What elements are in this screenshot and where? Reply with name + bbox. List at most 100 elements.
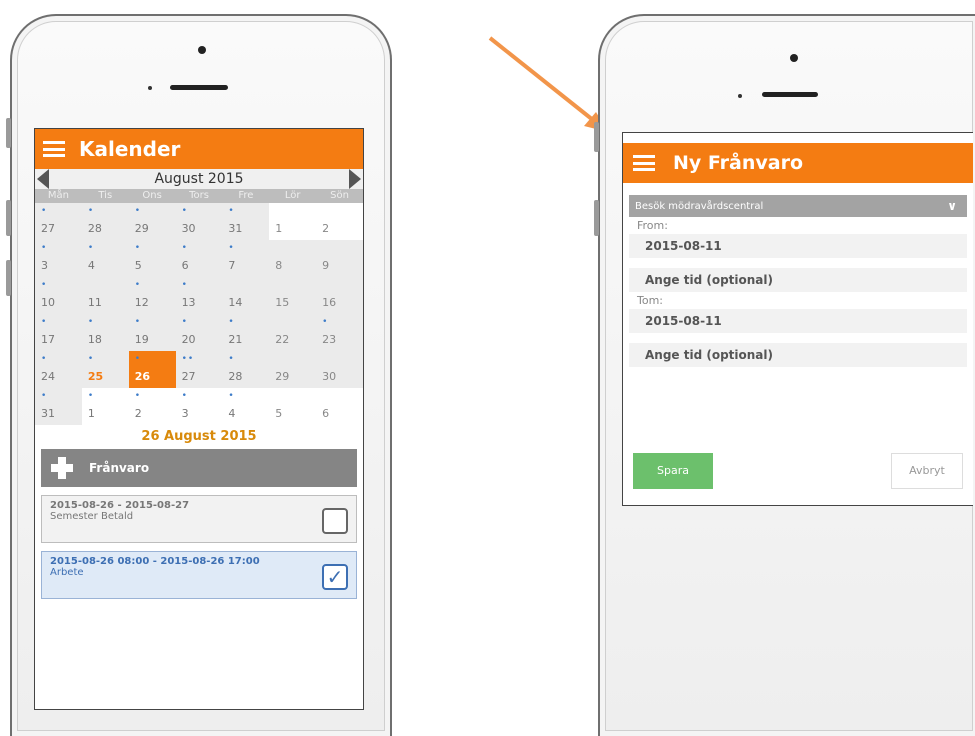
day-number: 1 — [275, 222, 283, 235]
event-dot-icon: • — [228, 206, 235, 216]
calendar-day[interactable]: 14 — [222, 277, 270, 314]
side-button — [594, 200, 599, 236]
tom-time-field[interactable]: Ange tid (optional) — [629, 343, 967, 367]
entry-checkbox-checked[interactable]: ✓ — [322, 564, 348, 590]
day-number: 25 — [87, 370, 104, 383]
calendar-day[interactable]: 16 — [316, 277, 363, 314]
next-month-icon[interactable] — [349, 169, 361, 189]
calendar-day[interactable]: • 18 — [81, 314, 129, 351]
from-time-field[interactable]: Ange tid (optional) — [629, 268, 967, 292]
calendar-day[interactable]: 22 — [269, 314, 317, 351]
calendar-day[interactable]: • 12 — [128, 277, 176, 314]
calendar-day[interactable]: • 10 — [35, 277, 82, 314]
calendar-day[interactable]: • 13 — [175, 277, 223, 314]
event-dot-icon: • — [181, 206, 188, 216]
event-dot-icon: • — [134, 280, 142, 290]
weekday-label: Mån — [47, 190, 69, 201]
entry-type: Semester Betald — [50, 511, 134, 522]
day-number: 3 — [41, 259, 48, 272]
calendar-day[interactable]: • 30 — [175, 203, 223, 240]
selected-date-label: 26 August 2015 — [141, 429, 257, 444]
entry-type: Arbete — [50, 567, 84, 578]
list-item[interactable]: 2015-08-26 - 2015-08-27 Semester Betald — [41, 495, 357, 543]
hamburger-menu-icon[interactable] — [633, 155, 655, 171]
side-button — [6, 118, 11, 148]
camera-icon — [198, 46, 206, 54]
day-number: 22 — [275, 333, 290, 346]
calendar-day[interactable]: • 7 — [222, 240, 270, 277]
calendar-day[interactable]: • 5 — [128, 240, 176, 277]
page-title: Kalender — [79, 137, 181, 161]
day-number: 21 — [228, 333, 243, 346]
add-absence-button[interactable]: Frånvaro — [41, 449, 357, 487]
plus-icon — [51, 457, 73, 479]
day-number: 13 — [181, 296, 196, 309]
month-label: August 2015 — [154, 171, 244, 187]
calendar-day[interactable]: • 24 — [35, 351, 82, 388]
calendar-day[interactable]: • 17 — [35, 314, 82, 351]
from-date-field[interactable]: 2015-08-11 — [629, 234, 967, 258]
day-number: 6 — [181, 259, 189, 272]
day-number: 2 — [322, 222, 330, 235]
calendar-day[interactable]: • 20 — [175, 314, 223, 351]
calendar-day[interactable]: 2 — [316, 203, 363, 240]
calendar-day[interactable]: • 3 — [175, 388, 223, 425]
calendar-day[interactable]: • 4 — [81, 240, 129, 277]
calendar-day[interactable]: • 3 — [35, 240, 82, 277]
calendar-day[interactable]: • 31 — [222, 203, 270, 240]
day-number: 30 — [322, 370, 337, 383]
event-dot-icon: • — [228, 243, 235, 253]
from-label: From: — [637, 219, 668, 232]
entry-checkbox[interactable] — [322, 508, 348, 534]
event-dot-icon: • — [322, 317, 329, 327]
arrow-shaft — [488, 36, 600, 126]
calendar-day[interactable]: 9 — [316, 240, 363, 277]
calendar-day[interactable]: • 4 — [222, 388, 270, 425]
absence-type-select[interactable]: Besök mödravårdscentral ∨ — [629, 195, 967, 217]
save-button[interactable]: Spara — [633, 453, 713, 489]
calendar-day[interactable]: •• 27 — [175, 351, 223, 388]
prev-month-icon[interactable] — [37, 169, 49, 189]
day-number: 24 — [41, 370, 55, 383]
event-dot-icon: •• — [181, 354, 195, 364]
hamburger-menu-icon[interactable] — [43, 141, 65, 157]
add-absence-label: Frånvaro — [89, 461, 150, 475]
calendar-day[interactable]: • 1 — [81, 388, 129, 425]
calendar-day[interactable]: 6 — [316, 388, 363, 425]
calendar-day[interactable]: • 19 — [128, 314, 176, 351]
tom-date-field[interactable]: 2015-08-11 — [629, 309, 967, 333]
calendar-day[interactable]: • 28 — [81, 203, 129, 240]
calendar-day[interactable]: 30 — [316, 351, 363, 388]
calendar-day[interactable]: • 21 — [222, 314, 270, 351]
calendar-day[interactable]: 29 — [269, 351, 317, 388]
speaker-icon — [170, 85, 228, 90]
new-absence-app-bar: Ny Frånvaro — [623, 143, 973, 183]
event-dot-icon: • — [181, 391, 188, 401]
calendar-day[interactable]: 15 — [269, 277, 317, 314]
sensor-icon — [148, 86, 152, 90]
calendar-day[interactable]: 5 — [269, 388, 317, 425]
left-screen: Kalender August 2015 Mån Tis Ons Tors Fre Lör… — [34, 128, 364, 710]
event-dot-icon: • — [134, 354, 142, 364]
cancel-button[interactable]: Avbryt — [891, 453, 963, 489]
calendar-day[interactable]: 11 — [81, 277, 129, 314]
day-number: 1 — [87, 407, 95, 420]
day-number: 31 — [41, 407, 55, 420]
day-number: 5 — [134, 259, 142, 272]
calendar-day[interactable]: • 2 — [128, 388, 176, 425]
list-item[interactable]: 2015-08-26 08:00 - 2015-08-26 17:00 Arbe… — [41, 551, 357, 599]
calendar-day[interactable]: 1 — [269, 203, 317, 240]
calendar-day[interactable]: • 6 — [175, 240, 223, 277]
calendar-day[interactable]: 8 — [269, 240, 317, 277]
day-number: 4 — [228, 407, 236, 420]
day-number: 10 — [41, 296, 55, 309]
calendar-day[interactable]: • 27 — [35, 203, 82, 240]
calendar-day[interactable]: • 29 — [128, 203, 176, 240]
calendar-day[interactable]: • 31 — [35, 388, 82, 425]
calendar-day[interactable]: • 28 — [222, 351, 270, 388]
calendar-day[interactable]: • 26 — [128, 351, 176, 388]
speaker-icon — [762, 92, 818, 97]
calendar-day[interactable]: • 25 — [81, 351, 129, 388]
calendar-day[interactable]: • 23 — [316, 314, 363, 351]
event-dot-icon: • — [181, 243, 188, 253]
